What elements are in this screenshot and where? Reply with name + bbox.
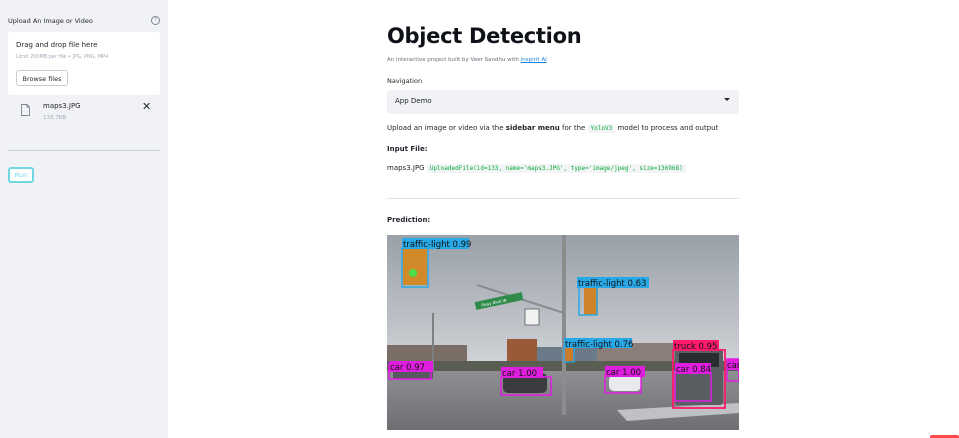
sidebar-divider — [8, 150, 160, 151]
upload-label: Upload An Image or Video — [8, 17, 93, 25]
chevron-down-icon — [724, 98, 730, 101]
signal-pole — [562, 235, 566, 415]
browse-files-button[interactable]: Browse files — [16, 70, 68, 86]
input-file-repr: UploadedFile(id=133, name='maps3.JPG', t… — [426, 164, 686, 173]
prediction-heading: Prediction: — [387, 216, 431, 224]
uploaded-file-name: maps3.JPG — [43, 102, 81, 110]
dropzone-limit: Limit 200MB per file • JPG, PNG, MP4 — [16, 54, 109, 60]
arrow-sign — [524, 308, 540, 326]
prediction-image: Pkwy Blvd W traffic-light 0.99 traffic-l… — [387, 235, 739, 430]
traffic-light-2 — [584, 287, 598, 315]
run-button[interactable]: Run — [8, 167, 34, 183]
model-name-code: YoloV3 — [587, 124, 616, 133]
detection-label: truck 0.95 — [674, 342, 717, 352]
traffic-light-1 — [403, 249, 427, 285]
green-signal — [409, 269, 417, 277]
page-title: Object Detection — [387, 24, 582, 48]
main-divider — [387, 198, 739, 199]
input-file-line: maps3.JPG UploadedFile(id=133, name='map… — [387, 164, 686, 173]
navigation-selected-value: App Demo — [395, 97, 432, 105]
help-icon[interactable]: ? — [151, 16, 160, 25]
detection-label: traffic-light 0.99 — [403, 240, 471, 250]
detection-label: traffic-light 0.63 — [578, 279, 646, 289]
detection-label: car 0.97 — [390, 363, 425, 373]
detection-label: car 1.00 — [502, 369, 537, 379]
page-subtitle: An interactive project built by Veer San… — [387, 57, 547, 63]
instr-mid: for the — [559, 124, 588, 132]
file-dropzone[interactable]: Drag and drop file here Limit 200MB per … — [8, 32, 160, 95]
inspirit-ai-link[interactable]: Inspirit AI — [521, 57, 547, 63]
navigation-label: Navigation — [387, 77, 423, 85]
detection-label: car 0.84 — [676, 365, 711, 375]
navigation-select[interactable]: App Demo — [387, 90, 739, 114]
detection-label: car 1.00 — [606, 368, 641, 378]
input-file-heading: Input File: — [387, 145, 428, 153]
file-icon — [21, 104, 30, 116]
input-file-name: maps3.JPG — [387, 164, 425, 172]
instr-prefix: Upload an image or video via the — [387, 124, 506, 132]
instr-bold: sidebar menu — [505, 124, 560, 132]
uploaded-file-size: 133.7KB — [43, 115, 67, 121]
detection-label: car — [727, 361, 739, 371]
subtitle-text: An interactive project built by Veer San… — [387, 57, 521, 63]
dropzone-title: Drag and drop file here — [16, 41, 98, 49]
instr-suffix: model to process and output — [615, 124, 719, 132]
detection-label: traffic-light 0.76 — [565, 340, 633, 350]
remove-file-icon[interactable]: ✕ — [142, 100, 151, 113]
sidebar: Upload An Image or Video ? Drag and drop… — [0, 0, 168, 438]
instructions-text: Upload an image or video via the sidebar… — [387, 124, 719, 133]
